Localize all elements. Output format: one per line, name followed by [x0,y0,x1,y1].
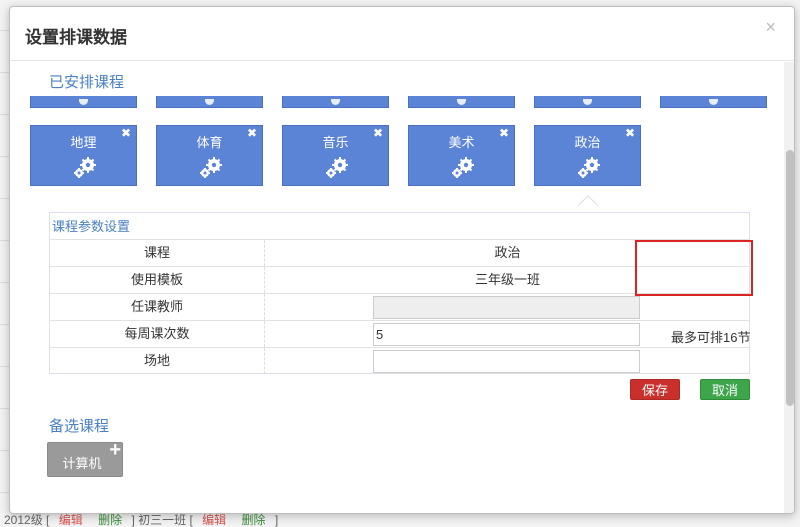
param-row-weekly: 每周课次数 最多可排16节 [50,320,751,347]
gear-icon [709,99,718,105]
param-label: 课程 [50,240,265,266]
remove-icon[interactable]: ✖ [625,126,635,140]
arranged-courses-title: 已安排课程 [49,74,125,91]
hidden-course-tile[interactable] [30,96,137,108]
gear-icon [583,99,592,105]
param-label: 任课教师 [50,294,265,320]
gear-icon[interactable] [575,156,603,180]
add-icon[interactable]: + [109,440,121,460]
max-hint: 最多可排16节 [671,330,751,345]
course-tile-music[interactable]: 音乐 ✖ [282,125,389,186]
scrollbar-thumb[interactable] [786,150,794,406]
gear-icon[interactable] [197,156,225,180]
alternate-course-tile[interactable]: 计算机 + [47,440,123,477]
footer-mid: ] 初三一班 [ [131,513,193,527]
hidden-course-tile[interactable] [282,96,389,108]
hidden-course-tile[interactable] [156,96,263,108]
scrollbar[interactable] [784,62,794,513]
course-tile-geography[interactable]: 地理 ✖ [30,125,137,186]
footer-end: ] [274,513,279,527]
hidden-course-tile[interactable] [660,96,767,108]
gear-icon[interactable] [449,156,477,180]
gear-icon[interactable] [71,156,99,180]
modal-title: 设置排课数据 [25,28,127,47]
teacher-input [373,296,640,319]
course-tile-pe[interactable]: 体育 ✖ [156,125,263,186]
delete-link-2[interactable]: 删除 [241,513,265,527]
venue-input[interactable] [373,350,640,373]
param-row-venue: 场地 [50,347,749,374]
remove-icon[interactable]: ✖ [121,126,131,140]
course-tile-art[interactable]: 美术 ✖ [408,125,515,186]
weekly-count-input[interactable] [373,323,640,346]
gear-icon [79,99,88,105]
course-tile-politics[interactable]: 政治 ✖ [534,125,641,186]
delete-link[interactable]: 删除 [98,513,122,527]
close-icon[interactable]: × [765,17,776,38]
gear-icon [331,99,340,105]
save-button[interactable]: 保存 [630,379,680,400]
param-label: 使用模板 [50,267,265,293]
alternate-course-label: 计算机 [62,456,102,471]
param-label: 每周课次数 [50,321,265,347]
gear-icon [205,99,214,105]
hidden-course-tile[interactable] [408,96,515,108]
footer-prefix: 2012级 [ [4,513,50,527]
remove-icon[interactable]: ✖ [373,126,383,140]
param-row-teacher: 任课教师 [50,293,749,320]
cancel-button[interactable]: 取消 [700,379,750,400]
modal-header: 设置排课数据 × [10,7,794,61]
remove-icon[interactable]: ✖ [499,126,509,140]
hidden-course-tile[interactable] [534,96,641,108]
param-label: 场地 [50,348,265,374]
highlight-box [635,240,753,296]
alternate-courses-title: 备选课程 [49,418,110,435]
edit-link-2[interactable]: 编辑 [202,513,226,527]
remove-icon[interactable]: ✖ [247,126,257,140]
params-title: 课程参数设置 [52,219,131,234]
gear-icon[interactable] [323,156,351,180]
edit-link[interactable]: 编辑 [59,513,83,527]
gear-icon [457,99,466,105]
background-footer-row: 2012级 [ 编辑 删除 ] 初三一班 [ 编辑 删除 ] [0,513,800,527]
